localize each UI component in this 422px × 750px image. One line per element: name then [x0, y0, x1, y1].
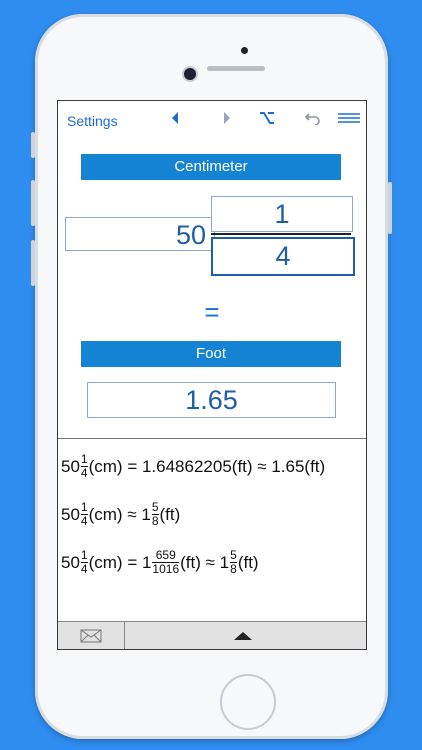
denominator: 8 [230, 562, 237, 576]
fraction-line [211, 233, 351, 235]
denominator: 8 [151, 514, 159, 528]
proximity-sensor [241, 47, 248, 54]
arrow-up-icon[interactable] [234, 632, 252, 640]
denominator: 1016 [152, 562, 180, 576]
denominator: 4 [80, 562, 88, 576]
mail-button[interactable] [58, 622, 125, 649]
result-field: 1.65 [87, 382, 336, 418]
numerator: 1 [80, 500, 88, 514]
numerator: 5 [230, 548, 237, 562]
mute-switch [31, 132, 35, 158]
fraction: 1 4 [80, 548, 88, 576]
volume-down-button [31, 240, 35, 286]
undo-icon[interactable] [304, 111, 321, 128]
fraction: 5 8 [151, 500, 159, 528]
divider [58, 438, 366, 439]
volume-up-button [31, 180, 35, 226]
numerator: 659 [155, 548, 176, 562]
equation-text: (ft) ≈ 1 [180, 552, 230, 572]
equation-text: (ft) [237, 552, 259, 572]
fraction: 5 8 [230, 549, 237, 576]
menu-icon[interactable] [338, 111, 360, 127]
fraction: 1 4 [80, 452, 88, 480]
denominator: 4 [80, 514, 88, 528]
equation-text: (cm) ≈ 1 [88, 504, 151, 524]
result-line-2: 50 1 4 (cm) ≈ 1 5 8 (ft) [61, 501, 180, 528]
numerator: 5 [151, 500, 159, 514]
whole-value: 50 [61, 456, 80, 476]
front-camera [184, 68, 196, 80]
earpiece-speaker [207, 66, 265, 71]
from-unit-selector[interactable]: Centimeter [81, 154, 341, 180]
bottom-bar [58, 621, 366, 649]
result-line-1: 50 1 4 (cm) = 1.64862205(ft) ≈ 1.65(ft) [61, 453, 325, 480]
denominator-input[interactable]: 4 [211, 237, 355, 276]
toolbar: Settings [58, 101, 366, 139]
option-key-icon[interactable] [259, 111, 275, 128]
numerator-input[interactable]: 1 [211, 196, 353, 232]
power-button [388, 182, 392, 234]
fraction: 1 4 [80, 500, 88, 528]
settings-button[interactable]: Settings [67, 113, 118, 129]
result-line-3: 50 1 4 (cm) = 1 659 1016 (ft) ≈ 1 5 8 (f… [61, 549, 259, 576]
denominator: 4 [80, 466, 88, 480]
mail-icon [80, 629, 102, 643]
home-button[interactable] [220, 674, 276, 730]
whole-value: 50 [61, 552, 80, 572]
arrow-right-icon[interactable] [222, 111, 232, 128]
numerator: 1 [80, 452, 88, 466]
whole-value: 50 [61, 504, 80, 524]
equation-text: (cm) = 1 [88, 552, 152, 572]
equals-sign: = [204, 297, 220, 327]
to-unit-selector[interactable]: Foot [81, 341, 341, 367]
numerator: 1 [80, 548, 88, 562]
equation-text: (cm) = 1.64862205(ft) ≈ 1.65(ft) [88, 456, 326, 476]
app-screen: Settings Centimeter 50 1 4 = Foot 1.65 5… [57, 100, 367, 650]
equation-text: (ft) [159, 504, 181, 524]
arrow-left-icon[interactable] [170, 111, 180, 128]
whole-number-input[interactable]: 50 [65, 217, 215, 251]
fraction: 659 1016 [152, 548, 180, 576]
